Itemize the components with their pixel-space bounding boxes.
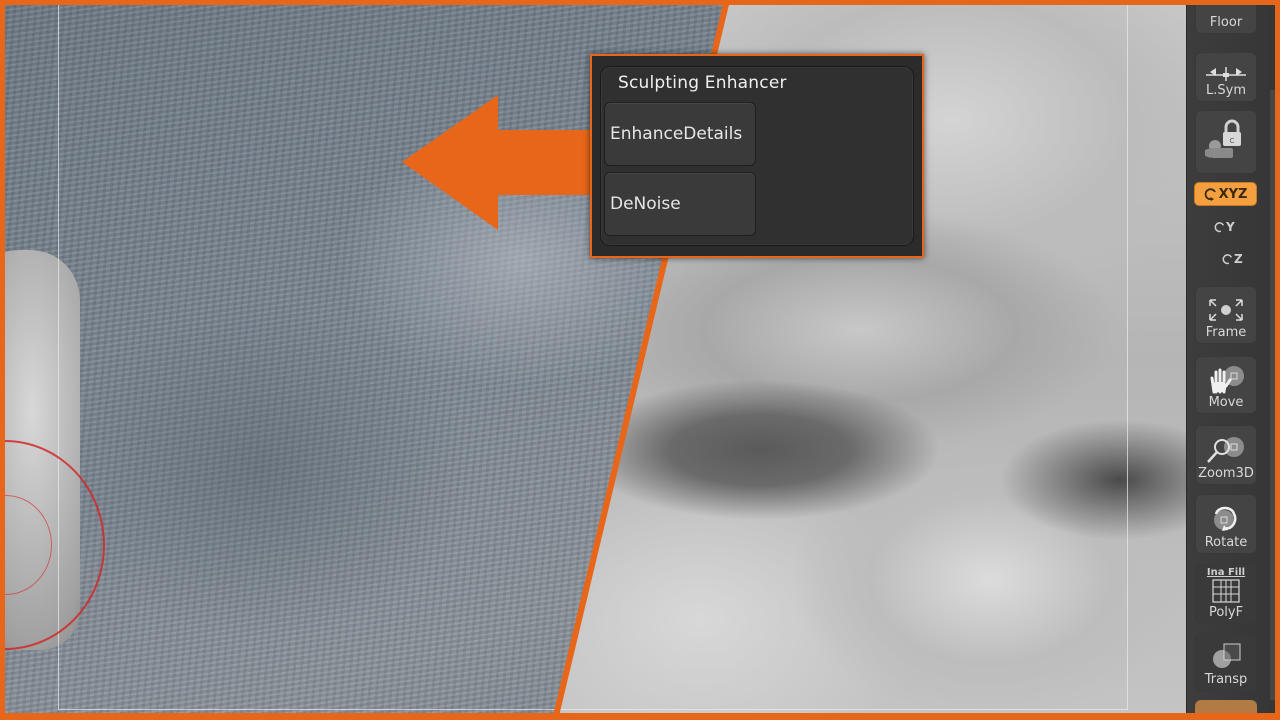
floor-button[interactable]: Floor [1195, 0, 1257, 34]
polyf-label: PolyF [1208, 605, 1244, 620]
zoom3d-button[interactable]: Zoom3D [1195, 425, 1257, 485]
frame-label: Frame [1205, 325, 1247, 340]
rotate-xyz-toggle[interactable]: XYZ [1194, 182, 1257, 206]
floor-label: Floor [1209, 15, 1243, 30]
move-button[interactable]: Move [1195, 356, 1257, 414]
rotate-z-icon [1222, 254, 1233, 265]
lsym-label: L.Sym [1206, 83, 1246, 98]
arrow-shape [402, 95, 600, 230]
frame-icon [1209, 299, 1243, 321]
local-symmetry-icon [1206, 67, 1246, 81]
rotate-xyz-icon [1204, 188, 1216, 201]
polyf-header: Ina Fill [1206, 567, 1246, 578]
zoom3d-label: Zoom3D [1198, 466, 1254, 481]
transp-label: Transp [1204, 672, 1248, 687]
xyz-label: XYZ [1218, 186, 1248, 202]
enhance-details-button[interactable]: EnhanceDetails [604, 102, 756, 166]
transparency-button[interactable]: Transp [1195, 633, 1257, 691]
frame-button[interactable]: Frame [1195, 286, 1257, 344]
denoise-button[interactable]: DeNoise [604, 172, 756, 236]
panel-title: Sculpting Enhancer [618, 73, 787, 93]
camera-lock-icon: C [1205, 119, 1241, 158]
rot-z-label: Z [1234, 252, 1243, 266]
rotate-y-toggle[interactable]: Y [1214, 220, 1235, 234]
zoom-magnifier-icon [1207, 437, 1244, 463]
rotate-label: Rotate [1204, 535, 1248, 550]
move-label: Move [1208, 395, 1244, 410]
border-top [0, 0, 1280, 5]
rotate-icon [1214, 506, 1237, 531]
rotate-button[interactable]: Rotate [1195, 494, 1257, 554]
transparency-icon [1213, 643, 1241, 668]
svg-text:C: C [1230, 137, 1235, 145]
border-right [1275, 0, 1280, 720]
move-hand-icon [1210, 366, 1244, 394]
border-left [0, 0, 5, 720]
polyframe-grid-icon [1212, 579, 1240, 603]
sculpting-enhancer-panel: Sculpting Enhancer EnhanceDetails DeNois… [590, 54, 924, 258]
perspective-camera-lock-button[interactable]: C [1195, 110, 1257, 174]
local-symmetry-button[interactable]: L.Sym [1195, 52, 1257, 102]
border-bottom [0, 713, 1280, 720]
rot-y-label: Y [1226, 220, 1235, 234]
rotate-z-toggle[interactable]: Z [1222, 252, 1243, 266]
polyframe-button[interactable]: Ina Fill PolyF [1195, 564, 1257, 624]
left-arrow-icon [402, 95, 600, 230]
rotate-y-icon [1214, 222, 1225, 233]
